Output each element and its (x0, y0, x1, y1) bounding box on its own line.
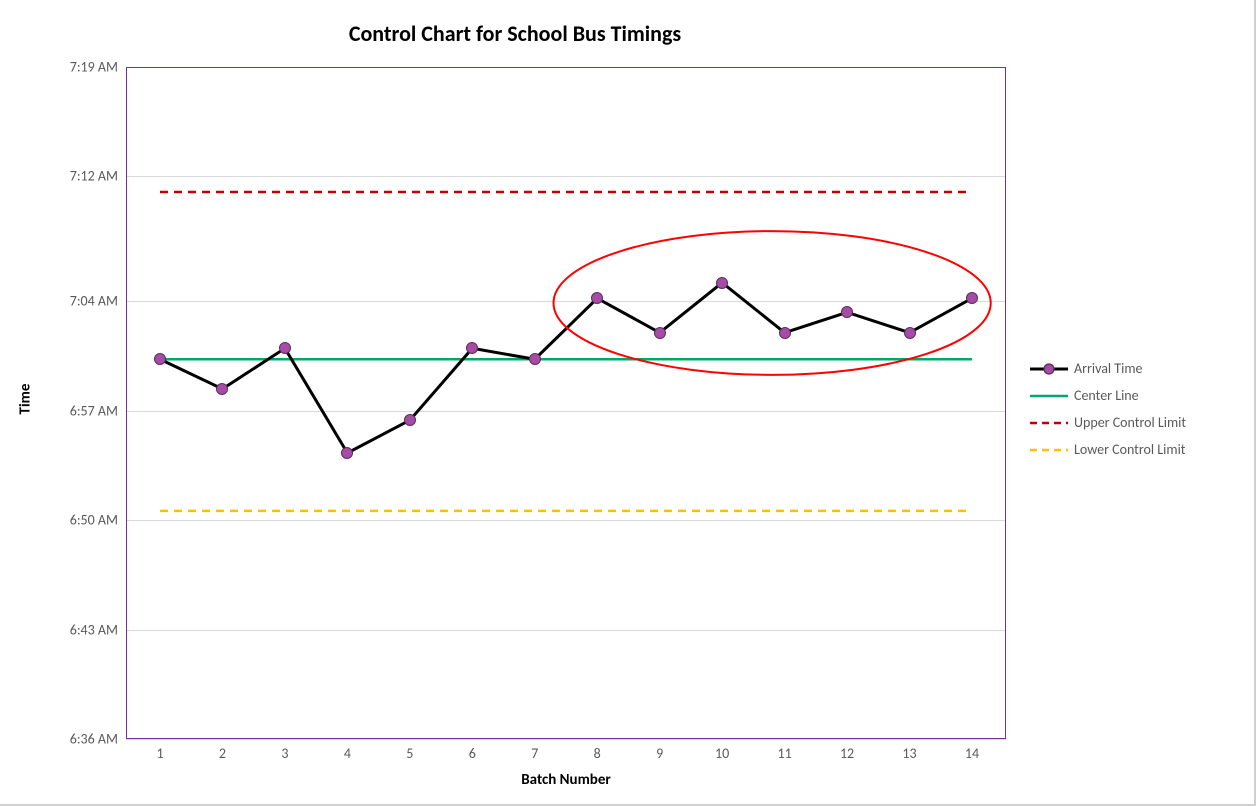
legend-swatch-arrival (1030, 361, 1068, 377)
data-marker (529, 353, 541, 365)
x-tick-label: 13 (902, 745, 916, 762)
data-marker (904, 327, 916, 339)
data-marker (216, 383, 228, 395)
x-tick-label: 6 (469, 745, 476, 762)
x-tick-label: 3 (281, 745, 288, 762)
y-tick-label: 6:36 AM (70, 731, 118, 748)
legend-item-arrival: Arrival Time (1030, 360, 1240, 377)
gridline (126, 739, 1006, 740)
data-marker (966, 292, 978, 304)
annotation-ellipse (554, 231, 991, 375)
x-tick-label: 4 (344, 745, 351, 762)
x-axis-title: Batch Number (521, 771, 610, 789)
legend-label: Upper Control Limit (1074, 414, 1186, 431)
data-marker (591, 292, 603, 304)
y-axis-title: Time (16, 384, 34, 415)
data-marker (716, 277, 728, 289)
legend-item-ucl: Upper Control Limit (1030, 414, 1240, 431)
data-marker (779, 327, 791, 339)
chart-title: Control Chart for School Bus Timings (0, 20, 1030, 47)
legend-label: Lower Control Limit (1074, 441, 1185, 458)
x-tick-label: 5 (406, 745, 413, 762)
chart-container: Control Chart for School Bus Timings Tim… (0, 0, 1256, 806)
data-marker (841, 306, 853, 318)
legend-swatch-ucl (1030, 415, 1068, 431)
data-marker (154, 353, 166, 365)
y-tick-label: 7:19 AM (70, 59, 118, 76)
legend-label: Arrival Time (1074, 360, 1142, 377)
y-tick-label: 6:57 AM (70, 402, 118, 419)
data-marker (466, 342, 478, 354)
data-marker (404, 414, 416, 426)
data-marker (341, 447, 353, 459)
x-tick-label: 14 (965, 745, 979, 762)
legend-item-lcl: Lower Control Limit (1030, 441, 1240, 458)
y-tick-label: 6:50 AM (70, 512, 118, 529)
plot-area: 6:36 AM6:43 AM6:50 AM6:57 AM7:04 AM7:12 … (126, 67, 1006, 739)
legend-item-center: Center Line (1030, 387, 1240, 404)
y-tick-label: 6:43 AM (70, 621, 118, 638)
x-tick-label: 10 (715, 745, 729, 762)
legend-label: Center Line (1074, 387, 1139, 404)
x-tick-label: 12 (840, 745, 854, 762)
y-tick-label: 7:12 AM (70, 168, 118, 185)
x-tick-label: 11 (778, 745, 792, 762)
legend-swatch-lcl (1030, 442, 1068, 458)
data-marker (279, 342, 291, 354)
legend: Arrival Time Center Line Upper Control L… (1030, 350, 1240, 468)
x-tick-label: 8 (594, 745, 601, 762)
data-marker (654, 327, 666, 339)
x-tick-label: 9 (656, 745, 663, 762)
x-tick-label: 1 (156, 745, 163, 762)
y-tick-label: 7:04 AM (70, 293, 118, 310)
x-tick-label: 2 (219, 745, 226, 762)
x-tick-label: 7 (531, 745, 538, 762)
legend-swatch-center (1030, 388, 1068, 404)
